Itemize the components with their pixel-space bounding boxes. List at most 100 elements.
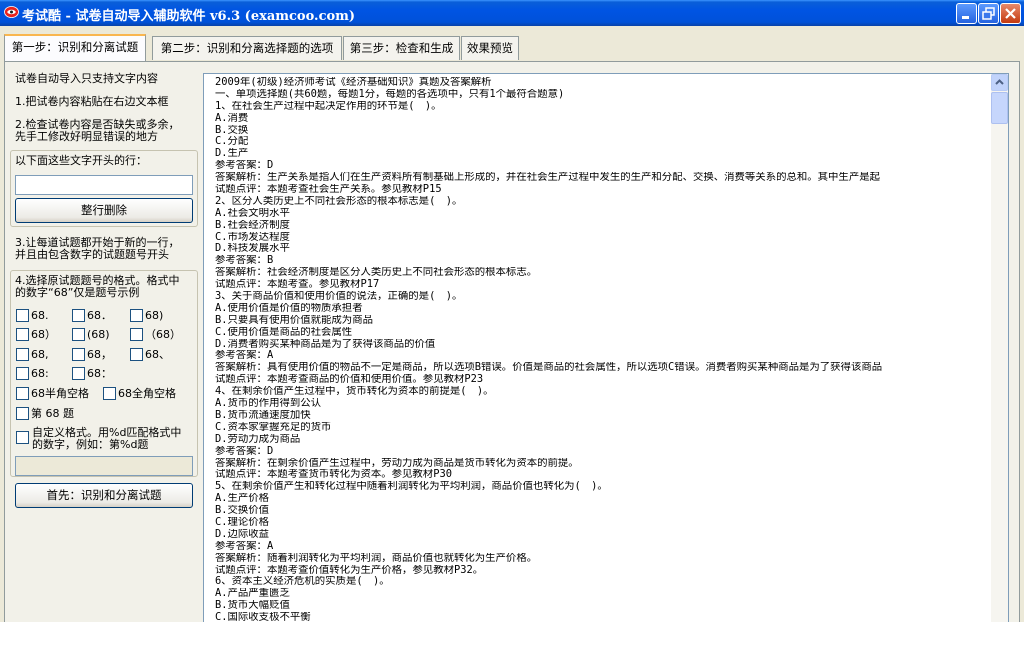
format-checkbox[interactable]	[72, 309, 85, 322]
text-line: 答案解析：生产关系是指人们在生产资料所有制基础上形成的，并在社会生产过程中发生的…	[215, 172, 880, 184]
text-line: 6、资本主义经济危机的实质是( )。	[215, 576, 390, 588]
full-space-checkbox[interactable]	[103, 387, 116, 400]
window-title: 考试酷 - 试卷自动导入辅助软件 v6.3 (examcoo.com)	[22, 9, 356, 24]
app-logo-icon	[4, 6, 19, 18]
minimize-icon	[962, 16, 969, 19]
close-icon	[1005, 8, 1016, 19]
text-line: 试题点评：本题考查。参见教材P17	[215, 279, 380, 291]
text-line: 试题点评：本题考查货币转化为资本。参见教材P30	[215, 469, 452, 481]
format-label: 68,	[31, 348, 49, 361]
text-line: 参考答案：A	[215, 350, 274, 362]
prefix-label: 以下面这些文字开头的行：	[15, 154, 147, 167]
text-line: 试题点评：本题考查价值转化为生产价格，参见教材P32。	[215, 564, 484, 576]
format-label: 68，	[87, 348, 112, 361]
format-checkbox[interactable]	[130, 348, 143, 361]
format-checkbox[interactable]	[130, 309, 143, 322]
text-line: 4、在剩余价值产生过程中，货币转化为资本的前提是( )。	[215, 386, 494, 398]
text-line: 答案解析：具有使用价值的物品不一定是商品，所以选项B错误。价值是商品的社会属性，…	[215, 362, 883, 374]
text-line: 2、区分人类历史上不同社会形态的根本标志是( )。	[215, 195, 463, 207]
text-line: 参考答案：D	[215, 160, 274, 172]
text-line: C.使用价值是商品的社会属性	[215, 326, 353, 338]
format-checkbox[interactable]	[72, 328, 85, 341]
step1-text: 1.把试卷内容粘贴在右边文本框	[15, 95, 169, 108]
format-label: 68．	[87, 309, 112, 322]
text-line: 5、在剩余价值产生和转化过程中随着利润转化为平均利润，商品价值也转化为( )。	[215, 481, 608, 493]
restore-button[interactable]	[978, 3, 999, 24]
format-checkbox[interactable]	[16, 367, 29, 380]
recognize-split-button[interactable]: 首先：识别和分离试题	[15, 483, 193, 508]
text-line: B.货币流通速度加快	[215, 409, 311, 421]
text-line: D.消费者购买某种商品是为了获得该商品的价值	[215, 338, 436, 350]
prefix-input[interactable]	[15, 175, 193, 195]
minimize-button[interactable]	[956, 3, 977, 24]
text-line: 试题点评：本题考查社会生产关系。参见教材P15	[215, 184, 442, 196]
format-label: 68)	[145, 309, 164, 322]
custom-format-checkbox[interactable]	[16, 431, 29, 444]
text-line: A.产品严重匮乏	[215, 588, 290, 600]
format-label: 68.	[31, 309, 49, 322]
di-ti-label: 第 68 题	[31, 407, 74, 420]
half-space-checkbox[interactable]	[16, 387, 29, 400]
tab-step2[interactable]: 第二步：识别和分离选择题的选项	[152, 36, 342, 60]
paper-text-content: 2009年(初级)经济师考试《经济基础知识》真题及答案解析 一、单项选择题(共60…	[215, 77, 979, 622]
format-label: 68:	[31, 367, 49, 380]
text-line: 答案解析：随着利润转化为平均利润，商品价值也就转化为生产价格。	[215, 552, 538, 564]
text-line: A.生产价格	[215, 493, 270, 505]
format-checkbox[interactable]	[130, 328, 143, 341]
paper-text-editor[interactable]: 2009年(初级)经济师考试《经济基础知识》真题及答案解析 一、单项选择题(共60…	[203, 73, 1009, 622]
text-line: 参考答案：B	[215, 255, 274, 267]
text-line: D.科技发展水平	[215, 243, 290, 255]
format-checkbox[interactable]	[72, 348, 85, 361]
text-line: C.分配	[215, 136, 249, 148]
tab-step3[interactable]: 第三步：检查和生成	[343, 36, 460, 60]
text-line: D.边际收益	[215, 528, 270, 540]
tab-step1[interactable]: 第一步：识别和分离试题	[4, 34, 146, 61]
text-line: 2009年(初级)经济师考试《经济基础知识》真题及答案解析	[215, 77, 492, 88]
title-bar[interactable]: 考试酷 - 试卷自动导入辅助软件 v6.3 (examcoo.com)	[0, 0, 1024, 26]
restore-icon	[982, 7, 995, 20]
format-checkbox[interactable]	[72, 367, 85, 380]
step3-text-line2: 并且由包含数字的试题题号开头	[15, 248, 169, 261]
full-space-label: 68全角空格	[118, 387, 176, 400]
text-line: C.理论价格	[215, 516, 270, 528]
format-checkbox[interactable]	[16, 328, 29, 341]
format-label: （68）	[145, 328, 181, 341]
text-line: A.消费	[215, 112, 249, 124]
di-ti-checkbox[interactable]	[16, 407, 29, 420]
text-line: B.交换	[215, 124, 249, 136]
text-line: A.使用价值是价值的物质承担者	[215, 302, 363, 314]
close-button[interactable]	[1000, 3, 1021, 24]
text-line: B.交换价值	[215, 505, 270, 517]
text-line: B.只要具有使用价值就能成为商品	[215, 314, 373, 326]
step2-text-line2: 先手工修改好明显错误的地方	[15, 130, 158, 143]
app-window: 考试酷 - 试卷自动导入辅助软件 v6.3 (examcoo.com) 第一步：…	[0, 0, 1024, 622]
custom-format-input[interactable]	[15, 456, 193, 476]
text-line: 1、在社会生产过程中起决定作用的环节是( )。	[215, 100, 442, 112]
text-line: 参考答案：D	[215, 445, 274, 457]
format-label: (68)	[87, 328, 110, 341]
text-line: 3、关于商品价值和使用价值的说法，正确的是( )。	[215, 291, 463, 303]
text-line: A.社会文明水平	[215, 207, 290, 219]
text-line: B.社会经济制度	[215, 219, 290, 231]
text-line: D.劳动力成为商品	[215, 433, 301, 445]
step4-text-line2: 的数字“68”仅是题号示例	[15, 286, 140, 299]
tab-preview[interactable]: 效果预览	[461, 36, 519, 60]
text-line: C.资本家掌握充足的货币	[215, 421, 332, 433]
scroll-up-button[interactable]	[991, 74, 1008, 91]
delete-lines-button[interactable]: 整行删除	[15, 198, 193, 223]
half-space-label: 68半角空格	[31, 387, 89, 400]
vertical-scrollbar[interactable]	[991, 74, 1008, 622]
scroll-thumb[interactable]	[991, 92, 1008, 124]
format-label: 68）	[31, 328, 56, 341]
format-checkbox[interactable]	[16, 309, 29, 322]
text-line: 试题点评：本题考查商品的价值和使用价值。参见教材P23	[215, 374, 484, 386]
format-label: 68、	[145, 348, 170, 361]
text-line: 一、单项选择题(共60题，每题1分，每题的各选项中，只有1个最符合题意)	[215, 88, 565, 100]
text-line: 答案解析：在剩余价值产生过程中，劳动力成为商品是货币转化为资本的前提。	[215, 457, 579, 469]
format-checkbox[interactable]	[16, 348, 29, 361]
text-line: C.国际收支极不平衡	[215, 612, 311, 622]
text-line: 答案解析：社会经济制度是区分人类历史上不同社会形态的根本标志。	[215, 267, 538, 279]
text-line: B.货币大幅贬值	[215, 600, 290, 612]
intro-text: 试卷自动导入只支持文字内容	[15, 72, 158, 85]
custom-format-label-line2: 的数字，例如：第%d题	[32, 438, 149, 451]
